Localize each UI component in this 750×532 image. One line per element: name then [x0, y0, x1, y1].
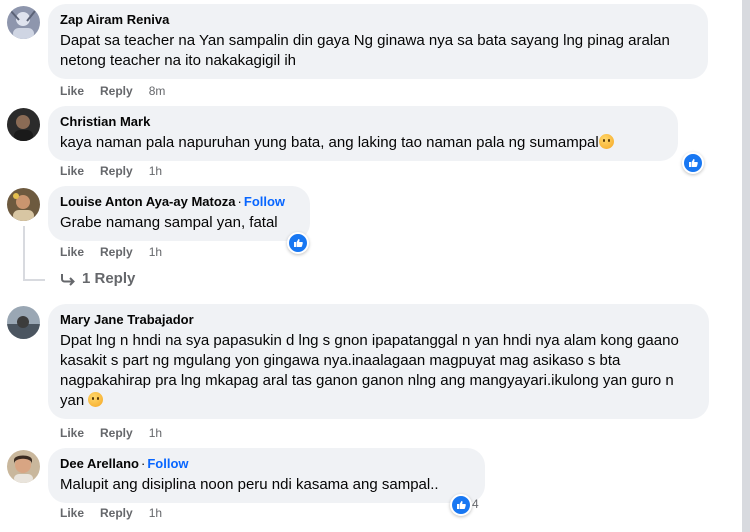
follow-button[interactable]: Follow: [244, 194, 285, 209]
sad-face-emoji-icon: [598, 134, 614, 149]
comment-text: Grabe namang sampal yan, fatal: [60, 214, 278, 231]
comment-author[interactable]: Louise Anton Aya-ay Matoza: [60, 194, 236, 209]
comment-text-content: kaya naman pala napuruhan yung bata, ang…: [60, 134, 599, 151]
like-button[interactable]: Like: [60, 84, 84, 98]
comment-bubble: Mary Jane Trabajador Dpat lng n hndi na …: [48, 304, 709, 419]
comment-author-line: Dee Arellano · Follow: [60, 455, 473, 472]
follow-button[interactable]: Follow: [147, 456, 188, 471]
comment-bubble: Christian Mark kaya naman pala napuruhan…: [48, 106, 678, 161]
comment-actions: Like Reply 1h: [60, 245, 178, 259]
comment-timestamp[interactable]: 1h: [149, 426, 162, 440]
reply-button[interactable]: Reply: [100, 506, 133, 520]
comment-actions: Like Reply 8m: [60, 84, 181, 98]
comment-actions: Like Reply 1h: [60, 164, 178, 178]
replies-count-label: 1 Reply: [82, 270, 136, 287]
reply-button[interactable]: Reply: [100, 245, 133, 259]
comment-timestamp[interactable]: 1h: [149, 164, 162, 178]
comment-bubble: Louise Anton Aya-ay Matoza · Follow Grabe …: [48, 186, 310, 241]
avatar[interactable]: [7, 450, 40, 483]
comment-author-line: Louise Anton Aya-ay Matoza · Follow: [60, 193, 298, 210]
comment-actions: Like Reply 1h: [60, 506, 178, 520]
like-button[interactable]: Like: [60, 426, 84, 440]
like-reaction-icon[interactable]: [450, 494, 472, 516]
avatar[interactable]: [7, 108, 40, 141]
comment-timestamp[interactable]: 8m: [149, 84, 166, 98]
reply-arrow-icon: [61, 273, 75, 286]
like-button[interactable]: Like: [60, 506, 84, 520]
avatar[interactable]: [7, 6, 40, 39]
view-replies-button[interactable]: 1 Reply: [60, 270, 135, 287]
comment-text: Malupit ang disiplina noon peru ndi kasa…: [60, 476, 439, 493]
like-button[interactable]: Like: [60, 164, 84, 178]
reply-thread-connector: [23, 279, 45, 281]
like-reaction-icon[interactable]: [287, 232, 309, 254]
sad-face-emoji-icon: [88, 392, 104, 407]
like-reaction-icon[interactable]: [682, 152, 704, 174]
comment-bubble: Zap Airam Reniva Dapat sa teacher na Yan…: [48, 4, 708, 79]
comment-bubble: Dee Arellano · Follow Malupit ang disiplin…: [48, 448, 485, 503]
comment-timestamp[interactable]: 1h: [149, 245, 162, 259]
comment-text-content: Dpat lng n hndi na sya papasukin d lng s…: [60, 332, 679, 409]
avatar[interactable]: [7, 306, 40, 339]
comment-author[interactable]: Dee Arellano: [60, 456, 139, 471]
comment-author[interactable]: Mary Jane Trabajador: [60, 311, 697, 328]
reply-thread-line: [23, 226, 25, 280]
comment-actions: Like Reply 1h: [60, 426, 178, 440]
reply-button[interactable]: Reply: [100, 164, 133, 178]
comment-author[interactable]: Christian Mark: [60, 113, 666, 130]
avatar[interactable]: [7, 188, 40, 221]
scrollbar-track[interactable]: [742, 0, 750, 532]
reply-button[interactable]: Reply: [100, 84, 133, 98]
separator-dot: ·: [237, 194, 242, 209]
comment-author[interactable]: Zap Airam Reniva: [60, 11, 696, 28]
reaction-count[interactable]: 4: [472, 497, 479, 511]
like-button[interactable]: Like: [60, 245, 84, 259]
comment-text: Dpat lng n hndi na sya papasukin d lng s…: [60, 331, 697, 411]
comment-text: kaya naman pala napuruhan yung bata, ang…: [60, 133, 666, 153]
reply-button[interactable]: Reply: [100, 426, 133, 440]
comment-text: Dapat sa teacher na Yan sampalin din gay…: [60, 32, 670, 69]
comment-timestamp[interactable]: 1h: [149, 506, 162, 520]
